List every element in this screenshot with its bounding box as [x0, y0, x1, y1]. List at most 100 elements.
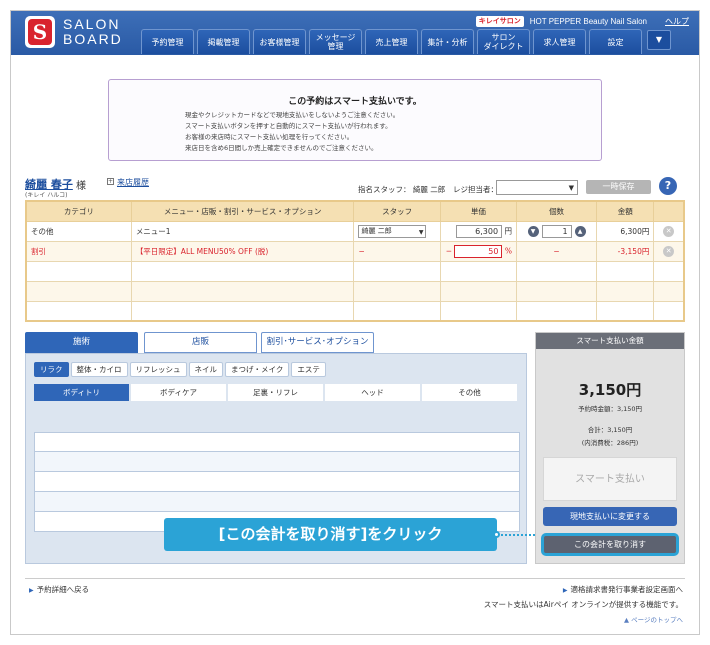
row-item: 【平日限定】ALL MENU50% OFF (脱) [130, 240, 355, 262]
col-delete [653, 200, 685, 222]
nav-settings[interactable]: 設定 [589, 29, 642, 54]
subcategory-bodytori[interactable]: ボディトリ [34, 384, 129, 401]
price-prefix: − [445, 246, 453, 255]
delete-row-icon[interactable]: ✕ [663, 225, 675, 237]
notice-body: 現金やクレジットカードなどで現地支払いをしないようご注意ください。 スマート支払… [185, 110, 399, 154]
table-row [25, 300, 685, 322]
plus-box-icon: + [107, 178, 114, 185]
tab-retail[interactable]: 店販 [144, 332, 257, 353]
col-item: メニュー・店販・割引・サービス・オプション [130, 200, 355, 222]
caret-right-icon: ▶ [29, 587, 34, 594]
nav-sales[interactable]: 売上管理 [365, 29, 418, 54]
list-item[interactable] [34, 432, 520, 452]
subcategory-head[interactable]: ヘッド [325, 384, 420, 401]
table-row [25, 280, 685, 302]
register-select[interactable]: ▼ [496, 180, 578, 195]
customer-honorific: 様 [76, 181, 86, 192]
category-tabs: リラク 整体・カイロ リフレッシュ ネイル まつげ・メイク エステ [34, 362, 326, 377]
list-item[interactable] [34, 452, 520, 472]
category-relax[interactable]: リラク [34, 362, 69, 377]
airpay-note: スマート支払いはAirペイ オンラインが提供する機能です。 [483, 600, 683, 609]
callout-connector [497, 534, 535, 536]
table-row: 割引 【平日限定】ALL MENU50% OFF (脱) − − 50 % − … [25, 240, 685, 262]
increment-icon[interactable]: ▲ [574, 225, 586, 237]
tab-treatment[interactable]: 施術 [25, 332, 138, 353]
category-nail[interactable]: ネイル [188, 362, 223, 377]
col-category: カテゴリ [25, 200, 132, 222]
temp-save-button[interactable]: 一時保存 [586, 180, 651, 194]
staff-select[interactable]: 綺麗 二郎 ▼ [358, 224, 427, 238]
assigned-staff: 指名スタッフ： 綺麗 二郎 [358, 185, 446, 194]
smart-pay-notice: この予約はスマート支払いです。 現金やクレジットカードなどで現地支払いをしないよ… [108, 79, 602, 161]
row-qty-cell: ▼ 1 ▲ [515, 220, 598, 242]
logo-mark-icon: S [25, 16, 55, 48]
category-refresh[interactable]: リフレッシュ [129, 362, 187, 377]
invoice-settings-link[interactable]: ▶ 適格請求書発行事業者設定画面へ [563, 584, 683, 595]
row-category: 割引 [25, 240, 132, 262]
tax-amount: (内消費税：286円) [581, 439, 639, 447]
help-icon[interactable]: ? [659, 177, 677, 195]
smart-pay-panel: スマート支払い金額 3,150円 予約時金額：3,150円 合計：3,150円 … [535, 332, 685, 564]
register-label: レジ担当者： [453, 185, 498, 194]
row-price-cell: 6,300 円 [439, 220, 517, 242]
row-delete-cell: ✕ [653, 240, 685, 262]
category-eyelash[interactable]: まつげ・メイク [225, 362, 290, 377]
col-qty: 個数 [515, 200, 598, 222]
salon-board-logo[interactable]: S SALON BOARD [25, 16, 133, 48]
delete-row-icon[interactable]: ✕ [663, 245, 675, 257]
decrement-icon[interactable]: ▼ [527, 225, 539, 237]
nav-salon-direct[interactable]: サロン ダイレクト [477, 29, 530, 54]
smart-pay-button[interactable]: スマート支払い [543, 457, 677, 501]
onsite-pay-button[interactable]: 現地支払いに変更する [543, 507, 677, 526]
tab-discount-option[interactable]: 割引･サービス･オプション [261, 332, 374, 353]
nav-analytics[interactable]: 集計・分析 [421, 29, 474, 54]
notice-line: 現金やクレジットカードなどで現地支払いをしないようご注意ください。 [185, 111, 400, 119]
smart-pay-amount: 3,150円 [578, 381, 642, 399]
chevron-down-icon: ▼ [568, 184, 574, 192]
page-top-link[interactable]: ▲ ページのトップへ [624, 614, 683, 624]
footer-divider [25, 578, 685, 579]
total-amount: 合計：3,150円 [587, 426, 633, 434]
subcategory-other[interactable]: その他 [422, 384, 517, 401]
col-price: 単価 [439, 200, 517, 222]
notice-line: スマート支払いボタンを押すと自動的にスマート支払いが行われます。 [185, 122, 392, 130]
help-link[interactable]: ヘルプ [665, 16, 689, 27]
row-qty: − [515, 240, 598, 262]
table-row [25, 260, 685, 282]
booked-amount: 予約時金額：3,150円 [577, 405, 643, 413]
subcategory-foot[interactable]: 足裏・リフレ [228, 384, 323, 401]
cancel-checkout-button[interactable]: この会計を取り消す [541, 533, 679, 556]
subcategory-tabs: ボディトリ ボディケア 足裏・リフレ ヘッド その他 [34, 384, 517, 401]
price-unit: 円 [504, 226, 512, 235]
category-esthe[interactable]: エステ [291, 362, 326, 377]
nav-reservation[interactable]: 予約管理 [141, 29, 194, 54]
discount-input[interactable]: 50 [454, 244, 503, 258]
product-list [34, 432, 520, 532]
back-to-reservation-link[interactable]: ▶ 予約詳細へ戻る [29, 584, 89, 595]
logo-text-line1: SALON [63, 16, 121, 32]
nav-messages[interactable]: メッセージ 管理 [309, 29, 362, 54]
callout-dot [493, 531, 500, 538]
menu-dropdown-icon[interactable]: ▼ [647, 30, 671, 50]
list-item[interactable] [34, 492, 520, 512]
notice-line: お客様の来店時にスマート支払い処理を行ってください。 [185, 133, 354, 141]
list-item[interactable] [34, 472, 520, 492]
nav-customers[interactable]: お客様管理 [253, 29, 306, 54]
instruction-callout: [この会計を取り消す]をクリック [164, 518, 497, 551]
category-chiro[interactable]: 整体・カイロ [70, 362, 128, 377]
nav-recruitment[interactable]: 求人管理 [533, 29, 586, 54]
brand-badge: キレイサロン [475, 15, 524, 27]
subcategory-bodycare[interactable]: ボディケア [131, 384, 226, 401]
main-nav: 予約管理 掲載管理 お客様管理 メッセージ 管理 売上管理 集計・分析 サロン … [141, 29, 671, 54]
row-staff-cell: 綺麗 二郎 ▼ [353, 220, 441, 242]
qty-input[interactable]: 1 [541, 224, 572, 238]
brand-name: HOT PEPPER Beauty Nail Salon [529, 16, 647, 26]
nav-listing[interactable]: 掲載管理 [197, 29, 250, 54]
visit-history-link[interactable]: 来店履歴 [117, 177, 149, 188]
customer-kana: (キレイ ハルコ) [25, 192, 68, 199]
col-amount: 金額 [596, 200, 655, 222]
price-unit: % [504, 246, 512, 255]
price-input[interactable]: 6,300 [456, 224, 503, 238]
row-category: その他 [25, 220, 132, 242]
checkout-table: カテゴリ メニュー・店販・割引・サービス・オプション スタッフ 単価 個数 金額… [25, 200, 685, 322]
